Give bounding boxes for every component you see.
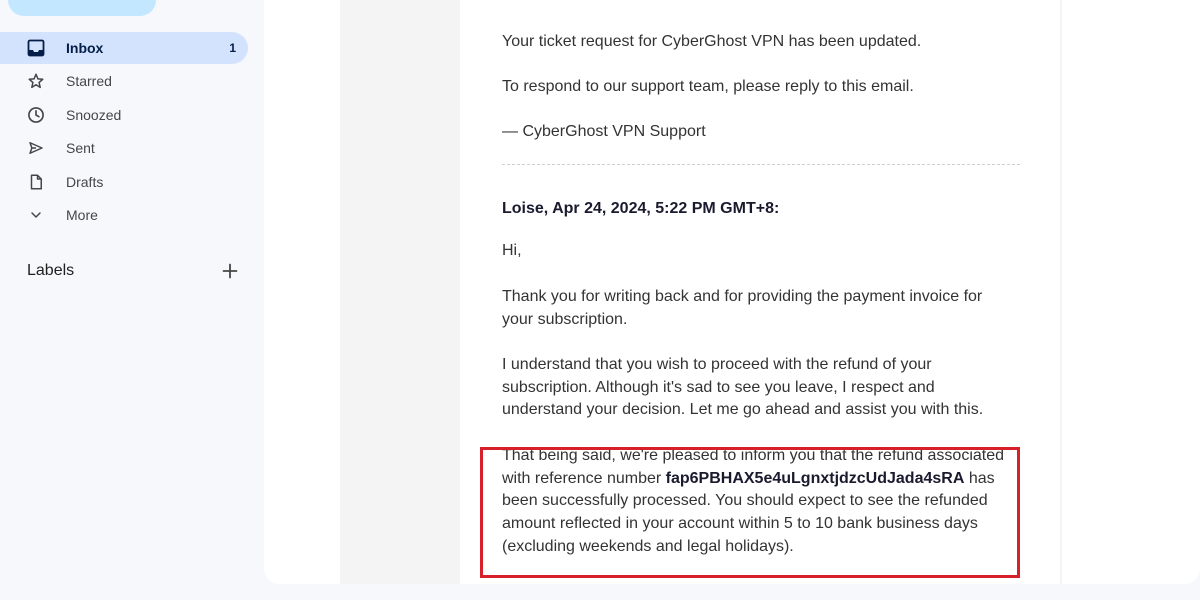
clock-icon bbox=[26, 105, 46, 125]
star-icon bbox=[26, 71, 46, 91]
draft-icon bbox=[26, 172, 46, 192]
add-label-button[interactable] bbox=[218, 259, 242, 283]
sidebar-item-snoozed[interactable]: Snoozed bbox=[0, 99, 248, 131]
sidebar-item-label: Inbox bbox=[66, 40, 104, 56]
sidebar-nav: Inbox 1 Starred Snoozed Sent Drafts More bbox=[0, 32, 256, 232]
sidebar-item-label: Snoozed bbox=[66, 106, 122, 123]
sidebar-item-drafts[interactable]: Drafts bbox=[0, 166, 248, 198]
sidebar-item-label: Starred bbox=[66, 73, 112, 90]
greeting-text: Hi, bbox=[502, 242, 522, 259]
reading-pane: Your ticket request for CyberGhost VPN h… bbox=[264, 0, 1200, 584]
labels-title: Labels bbox=[27, 262, 75, 279]
sidebar-item-inbox[interactable]: Inbox 1 bbox=[0, 32, 248, 64]
sidebar: Inbox 1 Starred Snoozed Sent Drafts More… bbox=[0, 0, 262, 600]
support-signature: — CyberGhost VPN Support bbox=[502, 123, 706, 140]
understand-paragraph: I understand that you wish to proceed wi… bbox=[502, 356, 984, 419]
sidebar-item-label: Sent bbox=[66, 140, 95, 157]
chevron-down-icon bbox=[26, 205, 46, 225]
respond-instruction-text: To respond to our support team, please r… bbox=[502, 78, 914, 95]
message-divider bbox=[502, 164, 1020, 165]
sidebar-item-starred[interactable]: Starred bbox=[0, 65, 248, 97]
plus-icon bbox=[222, 263, 238, 279]
email-body-background: Your ticket request for CyberGhost VPN h… bbox=[340, 0, 1062, 584]
ticket-updated-text: Your ticket request for CyberGhost VPN h… bbox=[502, 33, 922, 50]
sidebar-item-more[interactable]: More bbox=[0, 199, 248, 231]
gmail-app: Inbox 1 Starred Snoozed Sent Drafts More… bbox=[0, 0, 1200, 600]
unread-count-badge: 1 bbox=[229, 41, 236, 55]
inbox-icon bbox=[26, 38, 46, 58]
sidebar-item-label: More bbox=[66, 206, 98, 223]
sidebar-item-label: Drafts bbox=[66, 173, 104, 190]
reply-sender-line: Loise, Apr 24, 2024, 5:22 PM GMT+8: bbox=[502, 200, 780, 217]
sidebar-item-sent[interactable]: Sent bbox=[0, 132, 248, 164]
send-icon bbox=[26, 138, 46, 158]
compose-button[interactable] bbox=[8, 0, 156, 16]
reference-number: fap6PBHAX5e4uLgnxtjdzcUdJada4sRA bbox=[665, 469, 965, 487]
labels-header: Labels bbox=[27, 258, 242, 284]
email-body: Your ticket request for CyberGhost VPN h… bbox=[460, 0, 1060, 584]
thanks-paragraph: Thank you for writing back and for provi… bbox=[502, 288, 983, 328]
refund-paragraph: That being said, we're pleased to inform… bbox=[502, 445, 1022, 559]
